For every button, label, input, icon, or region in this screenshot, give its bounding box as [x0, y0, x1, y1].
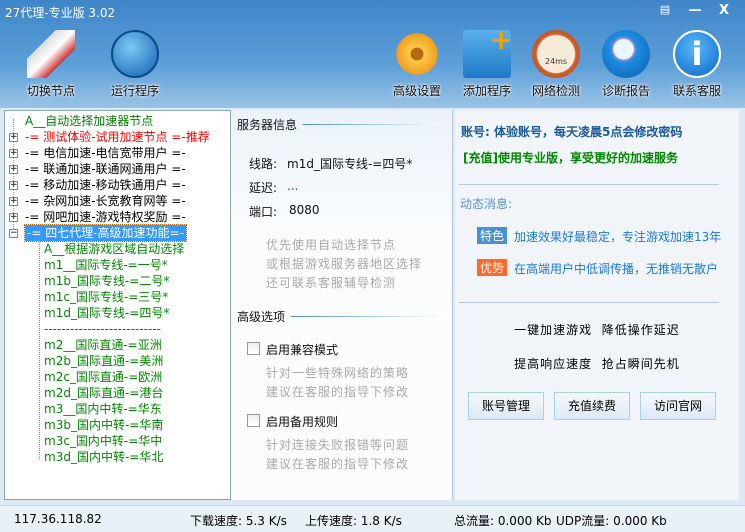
node-tree[interactable]: A__自动选择加速器节点 + -= 测试体验-试用加速节点 =-推荐 + -= 电信加速…	[4, 110, 231, 500]
contact-support-button[interactable]: i 联系客服	[662, 30, 732, 99]
advanced-heading: 高级选项	[237, 310, 286, 324]
globe-icon	[111, 30, 159, 78]
backup-rules-desc: 针对连接失败报错等问题 建议在客服的指导下修改	[266, 438, 410, 471]
diagnostic-report-button[interactable]: 诊断报告	[591, 30, 661, 99]
feature-badge: 特色	[477, 227, 508, 244]
account-line: 账号: 体验账号，每天凌晨5点会修改密码	[461, 125, 683, 139]
server-info-panel: 服务器信息 线路: m1d_国际专线-=四号* 延迟: ... 端口: 8080…	[231, 110, 453, 500]
speedometer-icon: 24ms	[532, 30, 580, 78]
advantage-badge: 优势	[477, 259, 508, 276]
recharge-link[interactable]: [充值]使用专业版，享受更好的加速服务	[463, 149, 678, 166]
port-value: 8080	[289, 203, 320, 217]
tree-child-node[interactable]: m3b_国内中转-=华南	[44, 417, 163, 433]
latency-value: ...	[287, 179, 299, 193]
window-title: 27代理-专业版 3.02	[5, 6, 116, 20]
backup-rules-label[interactable]: 启用备用规则	[266, 413, 338, 430]
download-speed: 下载速度: 5.3 K/s	[190, 514, 287, 528]
server-hint: 优先使用自动选择节点 或根据游戏服务器地区选择 还可联系客服辅导检测	[266, 238, 423, 290]
minimize-button[interactable]: —	[684, 3, 706, 21]
divider	[291, 316, 443, 317]
tree-child-node[interactable]: m2__国际直通-=亚洲	[44, 337, 162, 353]
expand-toggle[interactable]: +	[9, 149, 18, 158]
latency-label: 延迟:	[249, 181, 278, 195]
tree-child-node[interactable]: ---------------------------	[44, 321, 161, 337]
ip-address: 117.36.118.82	[14, 512, 102, 526]
magnifier-icon	[602, 30, 650, 78]
tree-child-node[interactable]: m3__国内中转-=华东	[44, 401, 162, 417]
tree-node[interactable]: -= 杂网加速-长宽教育网等 =-	[25, 193, 186, 209]
expand-toggle[interactable]: −	[9, 229, 18, 238]
tree-line	[39, 239, 40, 459]
add-program-button[interactable]: + 添加程序	[452, 26, 522, 99]
tree-child-node[interactable]: m1b_国际专线-=二号*	[44, 273, 169, 289]
recharge-button[interactable]: 充值续费	[554, 392, 630, 420]
total-traffic: 总流量: 0.000 Kb	[454, 514, 552, 528]
expand-toggle[interactable]: +	[9, 181, 18, 190]
tree-child-node[interactable]: m1d_国际专线-=四号*	[44, 305, 169, 321]
line-value: m1d_国际专线-=四号*	[287, 157, 413, 171]
news-heading: 动态消息:	[460, 197, 513, 211]
folder-add-icon: +	[463, 26, 513, 78]
server-info-heading: 服务器信息	[237, 118, 298, 132]
tree-node[interactable]: -= 网吧加速-游戏特权奖励 =-	[25, 209, 186, 225]
tree-node[interactable]: -= 移动加速-移动铁通用户 =-	[25, 177, 186, 193]
divider	[303, 124, 443, 125]
advanced-settings-button[interactable]: 高级设置	[382, 30, 452, 99]
visit-website-button[interactable]: 访问官网	[640, 392, 716, 420]
tree-child-node[interactable]: m2b_国际直通-=美洲	[44, 353, 163, 369]
slogan-1: 一键加速游戏 降低操作延迟	[514, 323, 680, 337]
header: 27代理-专业版 3.02 ▤ — X 切换节点 运行程序 高级设置 + 添加程…	[0, 0, 745, 108]
menu-button[interactable]: ▤	[654, 3, 676, 21]
info-icon: i	[673, 30, 721, 78]
backup-rules-checkbox[interactable]	[247, 414, 260, 427]
run-program-button[interactable]: 运行程序	[100, 30, 170, 99]
news-item[interactable]: 在高端用户中低调传播，无推销无散户	[514, 260, 718, 277]
divider	[459, 184, 719, 185]
rocket-icon	[27, 30, 75, 78]
tree-node[interactable]: -= 测试体验-试用加速节点 =-推荐	[25, 129, 210, 145]
expand-toggle[interactable]: +	[9, 213, 18, 222]
port-label: 端口:	[249, 205, 278, 219]
expand-toggle[interactable]: +	[9, 165, 18, 174]
close-button[interactable]: X	[713, 3, 735, 21]
tree-node[interactable]: -= 四七代理-高级加速功能=-	[24, 224, 187, 242]
tree-child-node[interactable]: m3c_国内中转-=华中	[44, 433, 162, 449]
tree-node[interactable]: -= 电信加速-电信宽带用户 =-	[25, 145, 186, 161]
tree-node[interactable]: -= 联通加速-联通网通用户 =-	[25, 161, 186, 177]
network-check-button[interactable]: 24ms 网络检测	[521, 30, 591, 99]
divider	[459, 302, 719, 303]
tree-child-node[interactable]: A__根据游戏区域自动选择	[44, 241, 184, 257]
expand-toggle[interactable]: +	[9, 197, 18, 206]
tree-child-node[interactable]: m2c_国际直通-=欧洲	[44, 369, 162, 385]
compat-mode-desc: 针对一些特殊网络的策略 建议在客服的指导下修改	[266, 366, 410, 399]
tree-node[interactable]: A__自动选择加速器节点	[25, 113, 153, 129]
udp-traffic: UDP流量: 0.000 Kb	[556, 514, 667, 528]
gear-icon	[393, 30, 441, 78]
account-panel: 账号: 体验账号，每天凌晨5点会修改密码 [充值]使用专业版，享受更好的加速服务…	[455, 110, 739, 500]
line-label: 线路:	[249, 157, 278, 171]
compat-mode-label[interactable]: 启用兼容模式	[266, 341, 338, 358]
status-bar: 117.36.118.82 下载速度: 5.3 K/s 上传速度: 1.8 K/…	[0, 505, 745, 532]
tree-child-node[interactable]: m1__国际专线-=一号*	[44, 257, 168, 273]
switch-node-button[interactable]: 切换节点	[16, 30, 86, 99]
expand-toggle[interactable]: +	[9, 133, 18, 142]
account-management-button[interactable]: 账号管理	[468, 392, 544, 420]
tree-child-node[interactable]: m2d_国际直通-=港台	[44, 385, 163, 401]
slogan-2: 提高响应速度 抢占瞬间先机	[514, 357, 680, 371]
news-item[interactable]: 加速效果好最稳定，专注游戏加速13年	[514, 228, 721, 245]
compat-mode-checkbox[interactable]	[247, 342, 260, 355]
tree-child-node[interactable]: m1c_国际专线-=三号*	[44, 289, 168, 305]
upload-speed: 上传速度: 1.8 K/s	[305, 514, 402, 528]
tree-child-node[interactable]: m3d_国内中转-=华北	[44, 449, 163, 465]
